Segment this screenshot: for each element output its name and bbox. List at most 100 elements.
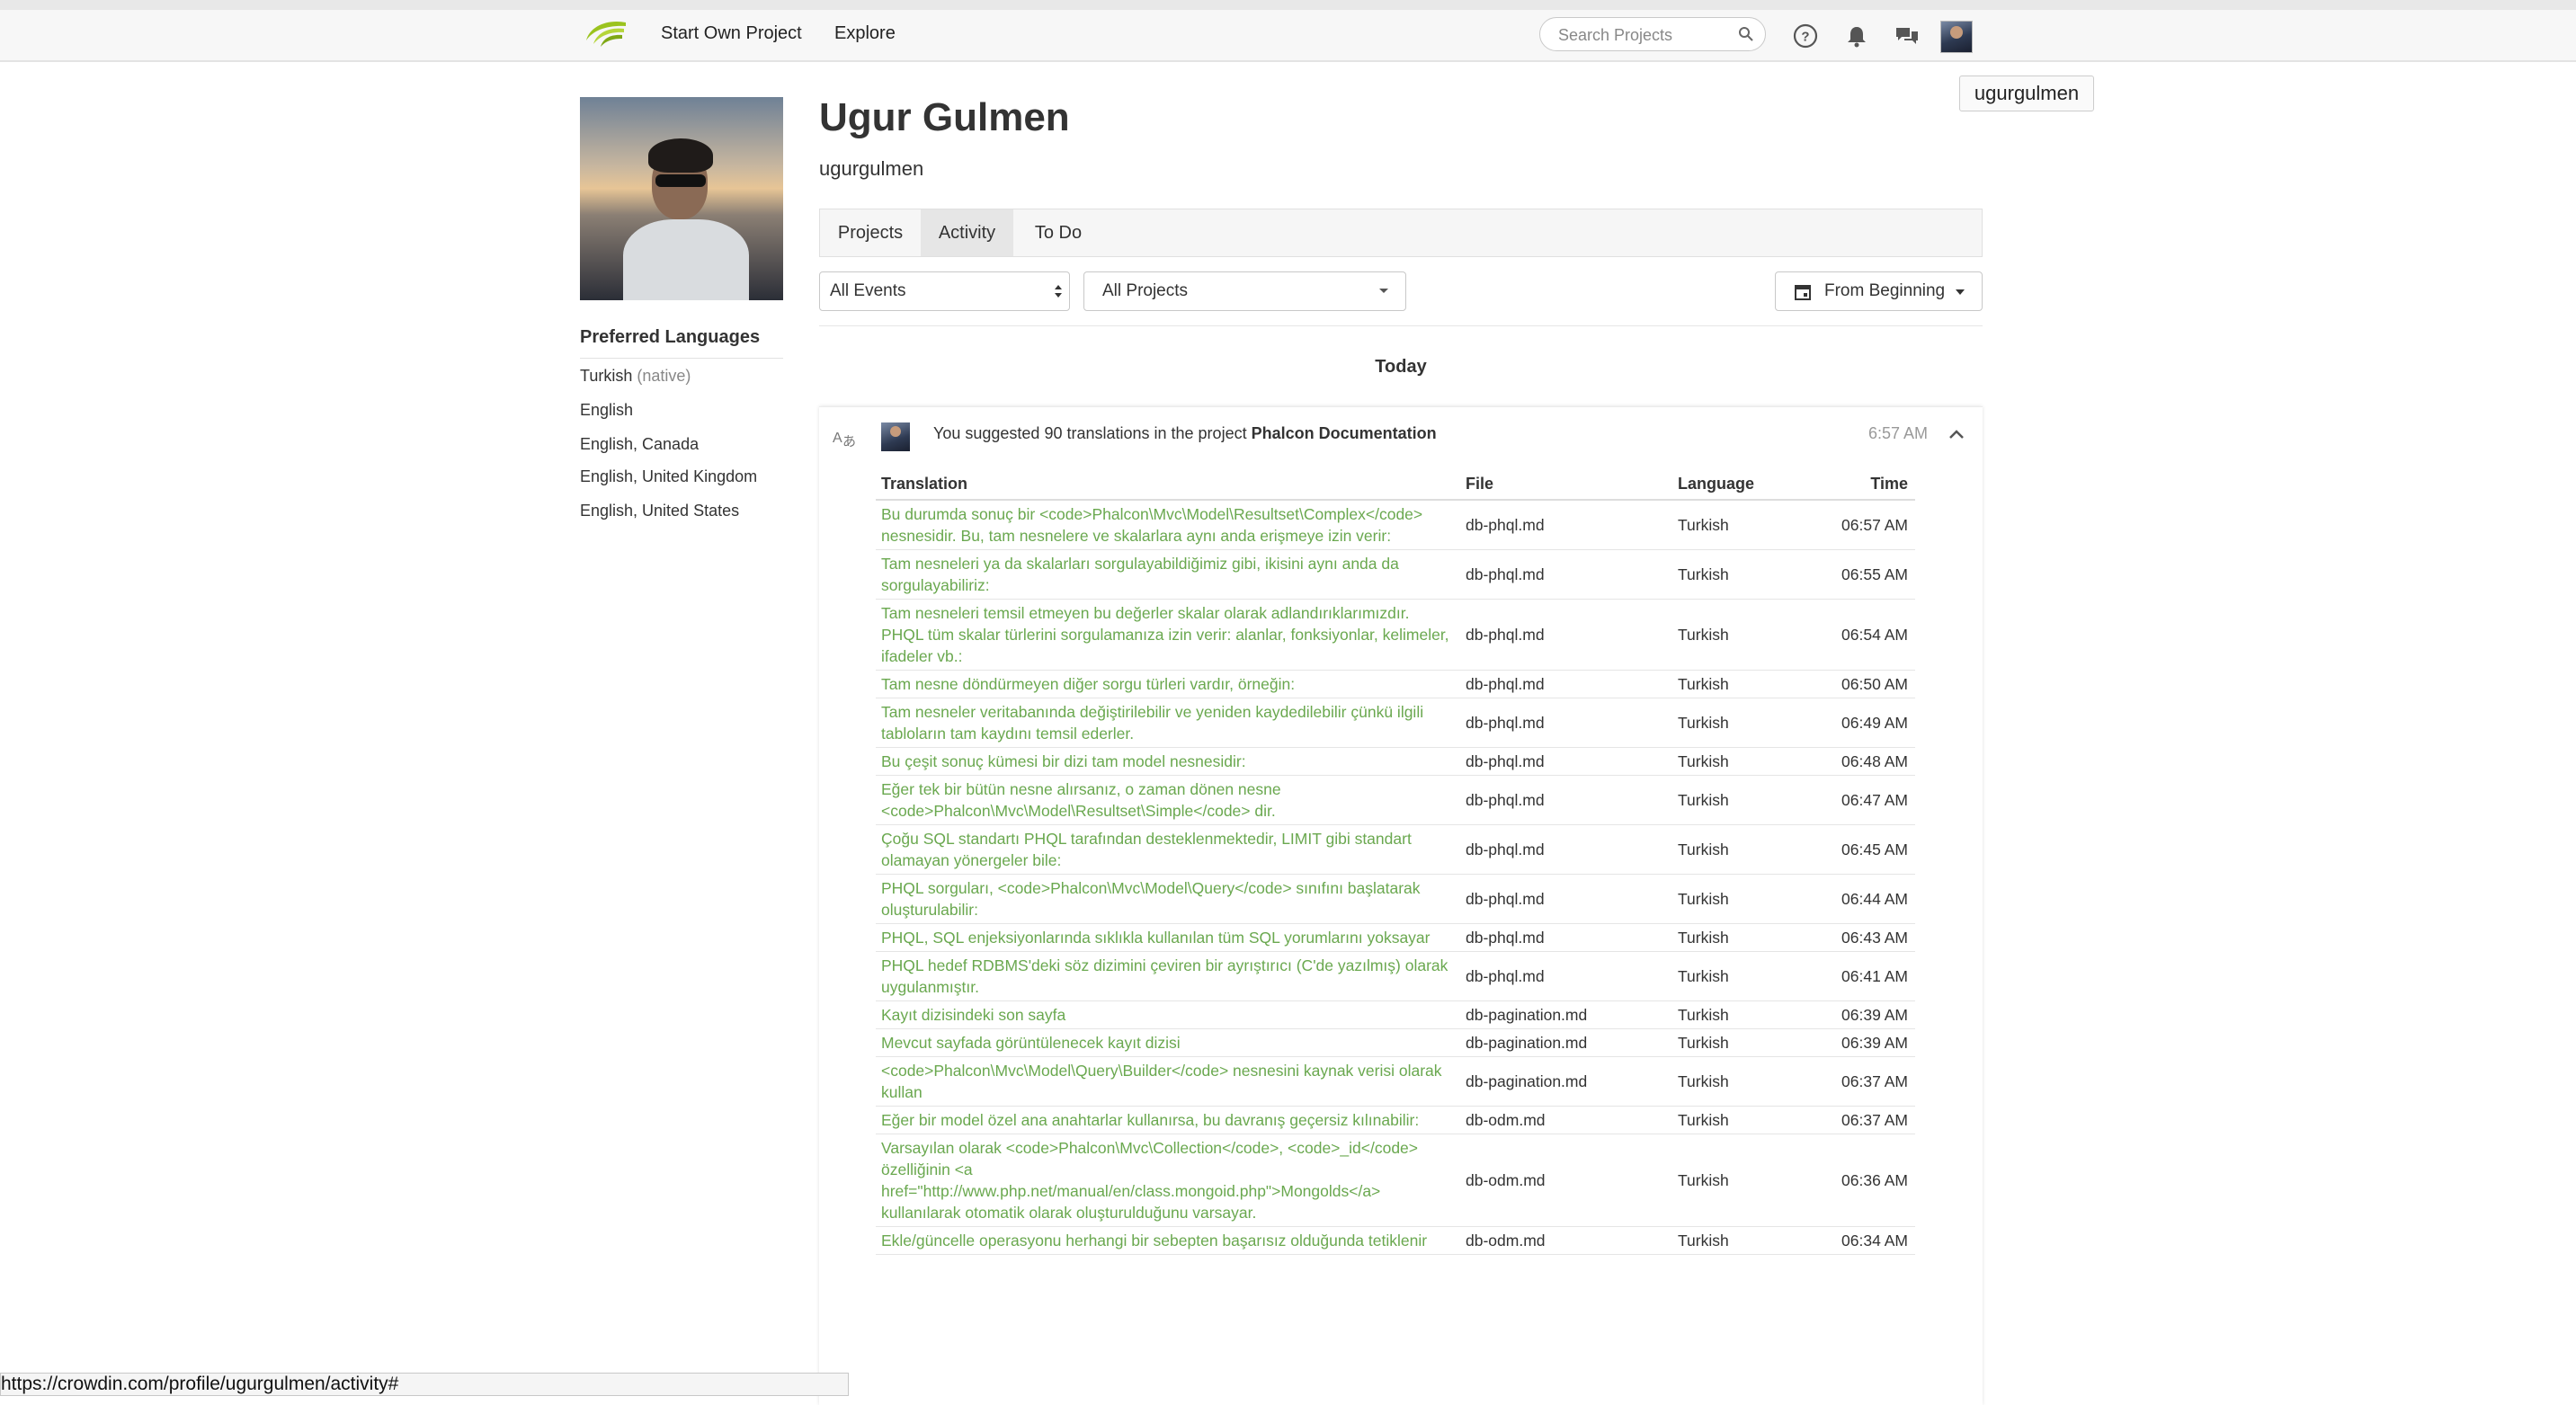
translation-link[interactable]: Mevcut sayfada görüntülenecek kayıt dizi… [876,1028,1460,1057]
language-cell: Turkish [1672,1056,1816,1107]
event-project-name[interactable]: Phalcon Documentation [1252,424,1437,442]
language-cell: Turkish [1672,549,1816,600]
file-cell: db-phql.md [1460,923,1672,952]
time-cell: 06:41 AM [1816,951,1915,1001]
logo-icon[interactable] [581,17,629,53]
column-header-file: File [1460,469,1672,501]
user-avatar-button[interactable] [1940,21,1973,53]
profile-photo [580,97,783,300]
language-cell: Turkish [1672,698,1816,748]
file-cell: db-phql.md [1460,747,1672,776]
file-cell: db-odm.md [1460,1134,1672,1227]
file-cell: db-odm.md [1460,1106,1672,1134]
table-row: Çoğu SQL standartı PHQL tarafından deste… [876,824,1915,875]
time-cell: 06:43 AM [1816,923,1915,952]
calendar-icon [1795,285,1811,300]
translation-link[interactable]: Tam nesneleri temsil etmeyen bu değerler… [876,599,1460,671]
file-cell: db-phql.md [1460,951,1672,1001]
language-cell: Turkish [1672,1028,1816,1057]
profile-username: ugurgulmen [819,157,924,180]
preferred-languages-title: Preferred Languages [580,327,761,347]
translation-link[interactable]: PHQL, SQL enjeksiyonlarında sıklıkla kul… [876,923,1460,952]
translation-link[interactable]: Tam nesneler veritabanında değiştirilebi… [876,698,1460,748]
translation-link[interactable]: PHQL hedef RDBMS'deki söz dizimini çevir… [876,951,1460,1001]
table-row: PHQL hedef RDBMS'deki söz dizimini çevir… [876,951,1915,1001]
time-cell: 06:49 AM [1816,698,1915,748]
table-row: Mevcut sayfada görüntülenecek kayıt dizi… [876,1028,1915,1057]
translate-icon: A あ [833,431,856,449]
translation-link[interactable]: Bu durumda sonuç bir <code>Phalcon\Mvc\M… [876,500,1460,550]
translation-link[interactable]: <code>Phalcon\Mvc\Model\Query\Builder</c… [876,1056,1460,1107]
table-row: <code>Phalcon\Mvc\Model\Query\Builder</c… [876,1056,1915,1107]
browser-top-strip [0,0,2576,10]
translation-link[interactable]: Ekle/güncelle operasyonu herhangi bir se… [876,1226,1460,1255]
translation-link[interactable]: Varsayılan olarak <code>Phalcon\Mvc\Coll… [876,1134,1460,1227]
start-own-project-link[interactable]: Start Own Project [661,23,802,44]
translation-link[interactable]: Tam nesne döndürmeyen diğer sorgu türler… [876,670,1460,698]
translation-link[interactable]: Eğer bir model özel ana anahtarlar kulla… [876,1106,1460,1134]
translation-link[interactable]: PHQL sorguları, <code>Phalcon\Mvc\Model\… [876,874,1460,924]
language-item: English, Canada [580,435,700,453]
table-row: Tam nesne döndürmeyen diğer sorgu türler… [876,670,1915,698]
language-cell: Turkish [1672,599,1816,671]
file-cell: db-phql.md [1460,874,1672,924]
column-header-language: Language [1672,469,1816,501]
time-cell: 06:47 AM [1816,775,1915,825]
search-box[interactable] [1539,17,1766,51]
file-cell: db-odm.md [1460,1226,1672,1255]
language-cell: Turkish [1672,1106,1816,1134]
messages-icon[interactable] [1894,22,1921,49]
time-cell: 06:37 AM [1816,1056,1915,1107]
language-cell: Turkish [1672,747,1816,776]
language-item: Turkish (native) [580,367,691,385]
language-cell: Turkish [1672,775,1816,825]
tab-projects[interactable]: Projects [820,209,921,256]
translation-link[interactable]: Kayıt dizisindeki son sayfa [876,1000,1460,1029]
bell-icon[interactable] [1843,22,1870,49]
caret-down-icon [1956,289,1965,295]
translation-link[interactable]: Tam nesneleri ya da skalarları sorgulaya… [876,549,1460,600]
time-cell: 06:39 AM [1816,1000,1915,1029]
column-header-time: Time [1816,469,1915,501]
file-cell: db-phql.md [1460,698,1672,748]
search-icon[interactable] [1738,26,1754,42]
table-row: Kayıt dizisindeki son sayfa db-paginatio… [876,1000,1915,1029]
table-row: Tam nesneleri ya da skalarları sorgulaya… [876,549,1915,600]
file-cell: db-phql.md [1460,599,1672,671]
table-row: Tam nesneleri temsil etmeyen bu değerler… [876,599,1915,671]
projects-filter-value: All Projects [1102,281,1189,300]
top-navbar: Start Own Project Explore ? [0,10,2576,62]
table-row: Eğer tek bir bütün nesne alırsanız, o za… [876,775,1915,825]
table-row: Tam nesneler veritabanında değiştirilebi… [876,698,1915,748]
help-icon[interactable]: ? [1792,22,1819,49]
chevron-up-icon[interactable] [1948,428,1965,440]
language-cell: Turkish [1672,500,1816,550]
date-range-label: From Beginning [1824,281,1946,300]
time-cell: 06:45 AM [1816,824,1915,875]
tab-to-do[interactable]: To Do [1013,209,1103,256]
time-cell: 06:39 AM [1816,1028,1915,1057]
tab-activity[interactable]: Activity [921,209,1013,256]
date-range-button[interactable]: From Beginning [1775,271,1983,311]
events-filter-value: All Events [830,281,906,300]
translation-link[interactable]: Çoğu SQL standartı PHQL tarafından deste… [876,824,1460,875]
language-item: English, United Kingdom [580,467,758,485]
projects-filter-select[interactable]: All Projects [1083,271,1406,311]
table-row: Eğer bir model özel ana anahtarlar kulla… [876,1106,1915,1134]
svg-text:A: A [833,431,842,446]
time-cell: 06:48 AM [1816,747,1915,776]
table-row: PHQL, SQL enjeksiyonlarında sıklıkla kul… [876,923,1915,952]
svg-text:あ: あ [842,433,856,449]
table-row: Varsayılan olarak <code>Phalcon\Mvc\Coll… [876,1134,1915,1227]
events-filter-select[interactable]: All Events [819,271,1070,311]
search-input[interactable] [1556,23,1740,47]
day-heading: Today [1375,357,1427,377]
explore-link[interactable]: Explore [834,23,896,44]
time-cell: 06:50 AM [1816,670,1915,698]
language-cell: Turkish [1672,874,1816,924]
translation-link[interactable]: Eğer tek bir bütün nesne alırsanız, o za… [876,775,1460,825]
file-cell: db-phql.md [1460,670,1672,698]
select-arrows-icon [1055,285,1062,298]
translation-link[interactable]: Bu çeşit sonuç kümesi bir dizi tam model… [876,747,1460,776]
time-cell: 06:34 AM [1816,1226,1915,1255]
